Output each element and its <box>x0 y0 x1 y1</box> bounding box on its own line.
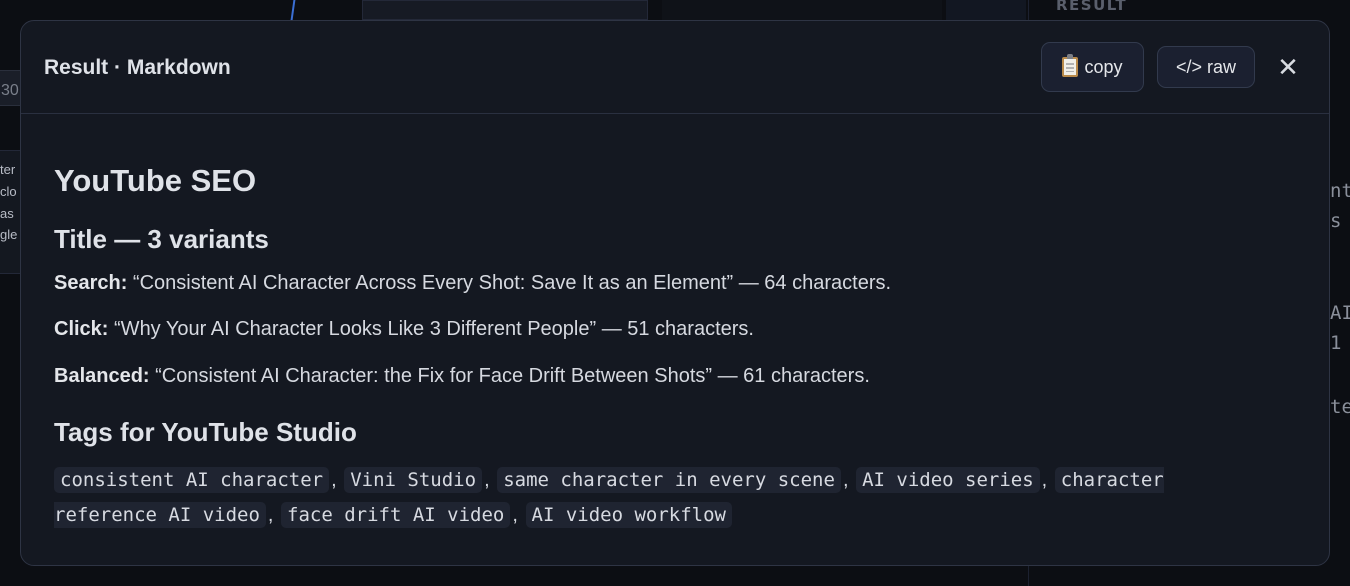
variant-label: Balanced: <box>54 365 150 387</box>
close-icon[interactable]: ✕ <box>1277 53 1299 81</box>
variant-text: “Consistent AI Character: the Fix for Fa… <box>149 365 870 387</box>
tag-chip: AI video series <box>856 467 1040 493</box>
modal-header: Result · Markdown copy </> raw ✕ <box>21 21 1329 114</box>
clipboard-icon <box>1062 54 1079 77</box>
bg-left-number: 30 <box>1 82 19 99</box>
copy-button[interactable]: copy <box>1041 42 1144 92</box>
tags-section-heading: Tags for YouTube Studio <box>54 417 357 447</box>
bg-left-text: ter <box>0 162 16 177</box>
title-variant-click: Click: “Why Your AI Character Looks Like… <box>54 318 754 341</box>
bg-left-text: clo <box>0 184 17 199</box>
copy-label: copy <box>1084 56 1123 77</box>
variant-text: “Consistent AI Character Across Every Sh… <box>127 272 892 294</box>
bg-right-text: 1 <box>1330 332 1342 354</box>
bg-left-text: gle <box>0 227 18 242</box>
tag-chip: same character in every scene <box>497 467 841 493</box>
tag-chip: AI video workflow <box>525 502 732 528</box>
raw-label: </> raw <box>1175 56 1237 77</box>
title-variant-search: Search: “Consistent AI Character Across … <box>54 272 891 295</box>
tag-chip: face drift AI video <box>281 502 511 528</box>
bg-right-text: nt <box>1330 180 1350 202</box>
result-modal: Result · Markdown copy </> raw ✕ YouTube… <box>20 20 1330 566</box>
bg-left-text: as <box>0 206 14 221</box>
tag-chip: consistent AI character <box>54 467 330 493</box>
bg-right-text: AI <box>1330 302 1350 324</box>
tags-list: consistent AI character, Vini Studio, sa… <box>54 467 1164 528</box>
title-variant-balanced: Balanced: “Consistent AI Character: the … <box>54 365 870 388</box>
bg-result-label: RESULT <box>1056 0 1128 14</box>
variant-text: “Why Your AI Character Looks Like 3 Diff… <box>108 318 754 340</box>
bg-panel <box>946 0 1026 20</box>
modal-title: Result · Markdown <box>44 56 231 79</box>
tag-chip: Vini Studio <box>344 467 483 493</box>
raw-button[interactable]: </> raw <box>1157 46 1255 88</box>
bg-right-text: s <box>1330 210 1342 232</box>
bg-panel <box>362 0 648 20</box>
variant-label: Search: <box>54 272 128 294</box>
bg-right-text: te <box>1330 396 1350 418</box>
bg-connector-line <box>290 0 296 20</box>
markdown-heading: YouTube SEO <box>54 163 257 198</box>
bg-panel <box>662 0 942 20</box>
variant-label: Click: <box>54 318 109 340</box>
title-section-heading: Title — 3 variants <box>54 224 269 254</box>
